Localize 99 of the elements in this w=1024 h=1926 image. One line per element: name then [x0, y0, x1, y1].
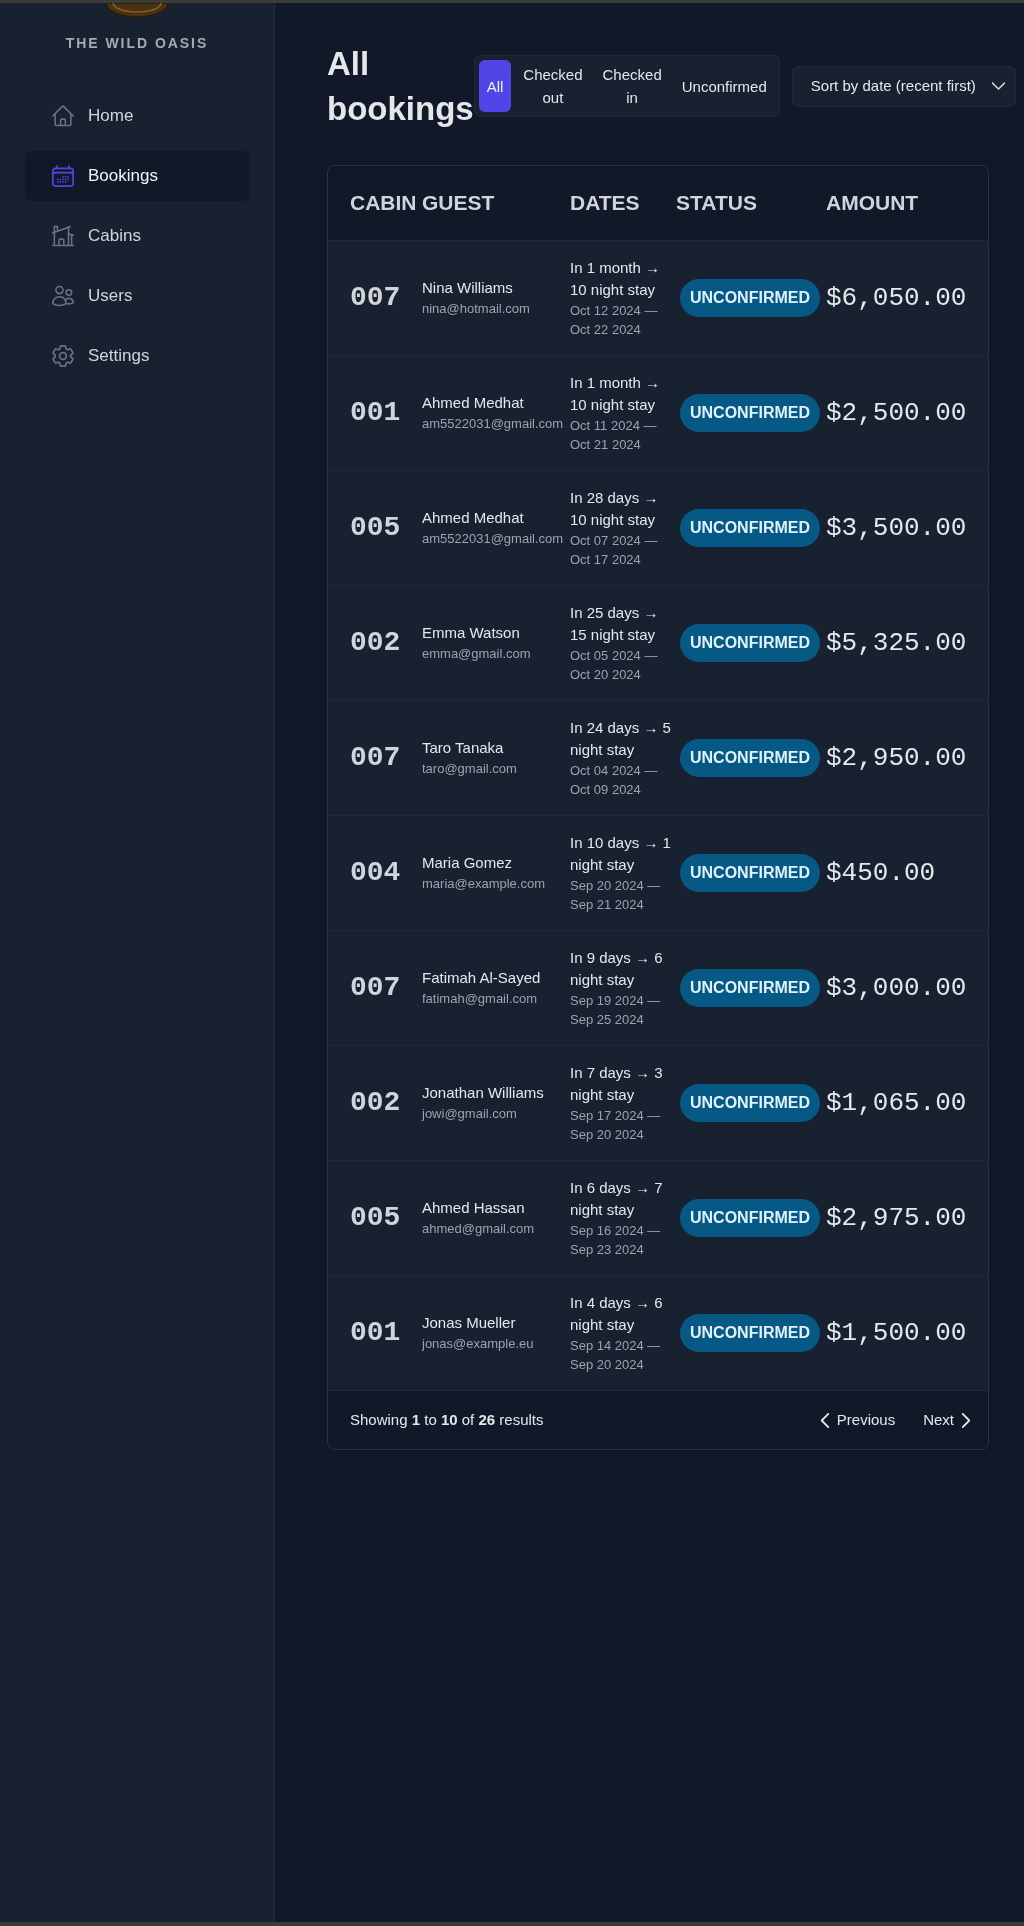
cabin-number: 001	[350, 396, 401, 430]
cabin-number: 005	[350, 1201, 401, 1235]
stay-summary: In 24 days → 5 night stay	[570, 718, 672, 760]
guest-email: taro@gmail.com	[422, 760, 517, 778]
booking-amount: $6,050.00	[826, 282, 967, 314]
nav-link[interactable]: Bookings	[25, 151, 249, 201]
date-range: Oct 07 2024 — Oct 17 2024	[570, 532, 659, 569]
status-badge: UNCONFIRMED	[680, 509, 820, 547]
cabin-number: 004	[350, 856, 401, 890]
date-range: Oct 04 2024 — Oct 09 2024	[570, 762, 659, 799]
booking-amount: $2,500.00	[826, 397, 967, 429]
guest-email: emma@gmail.com	[422, 645, 531, 663]
cabin-number: 007	[350, 741, 401, 775]
booking-amount: $2,950.00	[826, 742, 967, 774]
status-badge: UNCONFIRMED	[680, 279, 820, 317]
page-title: All bookings	[327, 44, 474, 129]
booking-amount: $1,065.00	[826, 1087, 967, 1119]
cabin-number: 007	[350, 971, 401, 1005]
booking-amount: $5,325.00	[826, 627, 967, 659]
guest-name: Maria Gomez	[422, 853, 513, 873]
column-header: DATES	[570, 190, 640, 217]
column-header: CABIN	[350, 190, 417, 217]
filter-tab[interactable]: Checked in	[594, 60, 670, 112]
date-range: Oct 12 2024 — Oct 22 2024	[570, 302, 659, 339]
settings-icon	[52, 345, 74, 367]
guest-name: Jonathan Williams	[422, 1083, 544, 1103]
users-icon	[52, 285, 74, 307]
status-badge: UNCONFIRMED	[680, 1199, 820, 1237]
guest-name: Jonas Mueller	[422, 1313, 516, 1333]
stay-summary: In 1 month → 10 night stay	[570, 373, 662, 415]
stay-summary: In 7 days → 3 night stay	[570, 1063, 664, 1105]
booking-amount: $1,500.00	[826, 1317, 967, 1349]
guest-name: Ahmed Medhat	[422, 393, 524, 413]
date-range: Oct 11 2024 — Oct 21 2024	[570, 417, 658, 454]
stay-summary: In 6 days → 7 night stay	[570, 1178, 664, 1220]
guest-email: am5522031@gmail.com	[422, 415, 564, 433]
guest-name: Emma Watson	[422, 623, 520, 643]
guest-email: nina@hotmail.com	[422, 300, 530, 318]
filter-tab[interactable]: Unconfirmed	[673, 60, 775, 112]
nav-link[interactable]: Settings	[25, 331, 249, 381]
sort-select[interactable]: Sort by date (recent first)	[791, 65, 1016, 107]
cabin-number: 007	[350, 281, 401, 315]
stay-summary: In 25 days → 15 night stay	[570, 603, 660, 645]
chevron-left-icon	[820, 1412, 829, 1428]
booking-amount: $450.00	[826, 857, 936, 889]
status-badge: UNCONFIRMED	[680, 969, 820, 1007]
column-header: GUEST	[422, 190, 495, 217]
stay-summary: In 1 month → 10 night stay	[570, 258, 662, 300]
cabin-number: 001	[350, 1316, 401, 1350]
logo-icon	[106, 3, 168, 17]
guest-email: maria@example.com	[422, 875, 545, 893]
date-range: Sep 17 2024 — Sep 20 2024	[570, 1107, 662, 1144]
results-summary: Showing 1 to 10 of 26 results	[350, 1409, 544, 1430]
date-range: Oct 05 2024 — Oct 20 2024	[570, 647, 659, 684]
stay-summary: In 10 days → 1 night stay	[570, 833, 672, 875]
stay-summary: In 28 days → 10 night stay	[570, 488, 660, 530]
date-range: Sep 20 2024 — Sep 21 2024	[570, 877, 662, 914]
booking-amount: $2,975.00	[826, 1202, 967, 1234]
guest-email: jonas@example.eu	[422, 1335, 534, 1353]
stay-summary: In 9 days → 6 night stay	[570, 948, 664, 990]
status-badge: UNCONFIRMED	[680, 1084, 820, 1122]
pagination-button[interactable]: Previous	[810, 1402, 906, 1438]
date-range: Sep 16 2024 — Sep 23 2024	[570, 1222, 662, 1259]
cabin-number: 002	[350, 626, 401, 660]
cabin-number: 002	[350, 1086, 401, 1120]
calendar-icon	[52, 165, 74, 187]
status-badge: UNCONFIRMED	[680, 854, 820, 892]
filter-tab[interactable]: Checked out	[515, 60, 591, 112]
date-range: Sep 14 2024 — Sep 20 2024	[570, 1337, 662, 1374]
chevron-right-icon	[962, 1412, 970, 1428]
guest-name: Nina Williams	[422, 278, 513, 298]
stay-summary: In 4 days → 6 night stay	[570, 1293, 664, 1335]
cabin-number: 005	[350, 511, 401, 545]
guest-name: Taro Tanaka	[422, 738, 504, 758]
guest-name: Ahmed Medhat	[422, 508, 524, 528]
building-icon	[52, 225, 74, 247]
booking-amount: $3,000.00	[826, 972, 967, 1004]
column-header: STATUS	[676, 190, 757, 217]
home-icon	[52, 105, 74, 127]
status-badge: UNCONFIRMED	[680, 739, 820, 777]
status-badge: UNCONFIRMED	[680, 624, 820, 662]
guest-name: Fatimah Al-Sayed	[422, 968, 541, 988]
chevron-down-icon	[991, 82, 1005, 90]
status-badge: UNCONFIRMED	[680, 394, 820, 432]
guest-email: jowi@gmail.com	[422, 1105, 517, 1123]
filter-tab[interactable]: All	[478, 60, 512, 112]
booking-amount: $3,500.00	[826, 512, 967, 544]
status-badge: UNCONFIRMED	[680, 1314, 820, 1352]
pagination-button[interactable]: Next	[913, 1402, 980, 1438]
nav-link[interactable]: Users	[25, 271, 249, 321]
column-header: AMOUNT	[826, 190, 919, 217]
date-range: Sep 19 2024 — Sep 25 2024	[570, 992, 662, 1029]
guest-email: ahmed@gmail.com	[422, 1220, 535, 1238]
guest-email: fatimah@gmail.com	[422, 990, 538, 1008]
nav-link[interactable]: Home	[25, 91, 249, 141]
guest-email: am5522031@gmail.com	[422, 530, 564, 548]
brand-name: THE WILD OASIS	[65, 34, 209, 53]
guest-name: Ahmed Hassan	[422, 1198, 525, 1218]
nav-link[interactable]: Cabins	[25, 211, 249, 261]
